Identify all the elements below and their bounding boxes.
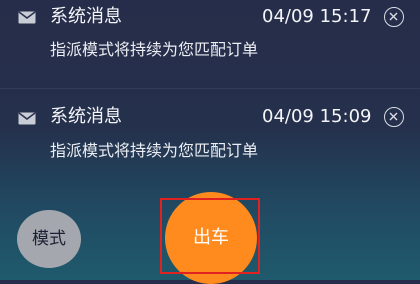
mode-button[interactable]: 模式 [17, 210, 81, 268]
notification-body: 指派模式将持续为您匹配订单 [50, 141, 259, 160]
notification-title: 系统消息 [50, 6, 122, 27]
close-notification-button[interactable] [384, 107, 404, 127]
close-icon [389, 12, 398, 21]
highlight-box [160, 198, 260, 274]
divider [0, 88, 420, 89]
notification-title: 系统消息 [50, 106, 122, 127]
close-notification-button[interactable] [384, 7, 404, 27]
notification-time: 04/09 15:17 [262, 6, 372, 27]
notification-body: 指派模式将持续为您匹配订单 [50, 40, 259, 59]
mail-icon [18, 110, 36, 125]
mail-icon [18, 9, 36, 24]
notification-time: 04/09 15:09 [262, 106, 372, 127]
close-icon [389, 112, 398, 121]
